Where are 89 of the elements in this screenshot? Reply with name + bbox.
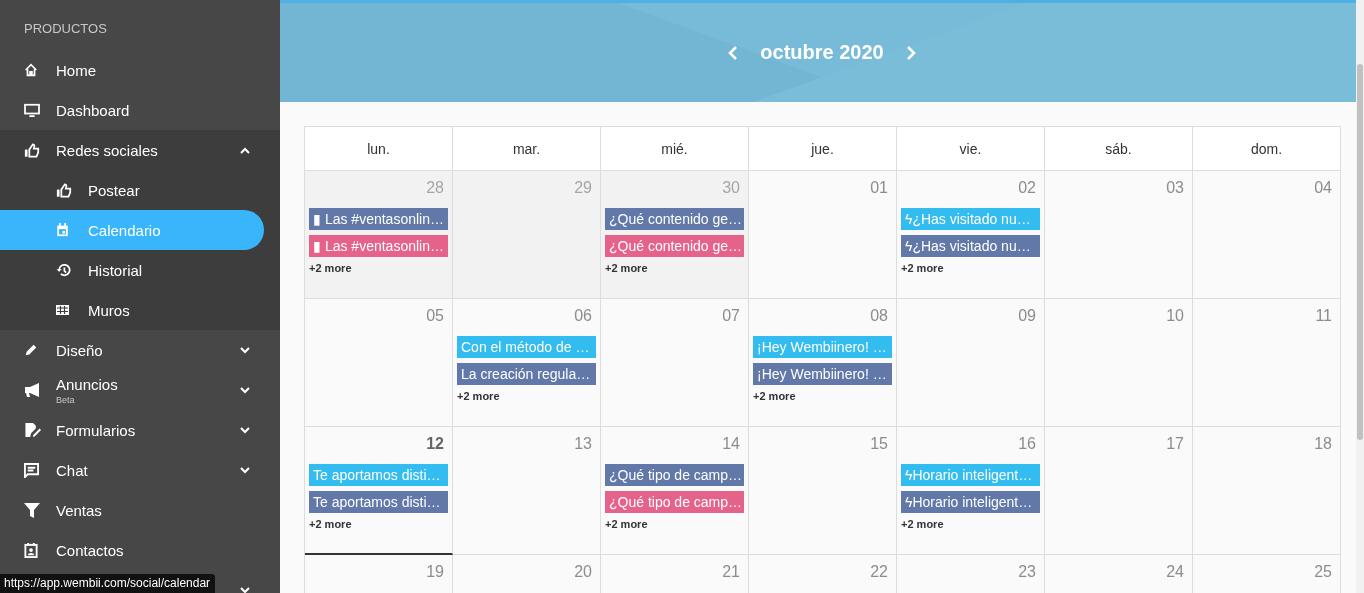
day-number: 13 — [574, 435, 593, 453]
chevron-right-icon — [905, 45, 916, 60]
day-number: 05 — [426, 307, 445, 325]
chevron-down-icon — [240, 346, 250, 354]
weekday-header: mié. — [601, 127, 749, 171]
contact-card-icon — [24, 542, 38, 558]
more-link[interactable]: +2 more — [605, 518, 648, 530]
sidebar-item[interactable]: Ventas — [0, 490, 280, 530]
chevron-left-icon — [728, 45, 739, 60]
sidebar-item[interactable]: Contactos — [0, 530, 280, 570]
sidebar-subitem[interactable]: Postear — [0, 170, 280, 210]
day-number: 18 — [1314, 435, 1333, 453]
day-number: 10 — [1166, 307, 1185, 325]
weekday-header: jue. — [749, 127, 897, 171]
day-number: 17 — [1166, 435, 1185, 453]
day-number: 15 — [870, 435, 889, 453]
weekday-header: vie. — [897, 127, 1045, 171]
sidebar-subitem[interactable]: Historial — [0, 250, 280, 290]
chat-icon — [24, 462, 39, 478]
day-number: 23 — [1018, 563, 1037, 581]
day-number: 04 — [1314, 179, 1333, 197]
more-link[interactable]: +2 more — [901, 518, 944, 530]
sidebar-group[interactable]: Anuncios Beta — [0, 370, 280, 410]
chevron-down-icon — [240, 466, 250, 474]
day-number: 08 — [870, 307, 889, 325]
more-link[interactable]: +2 more — [901, 262, 944, 274]
day-number: 20 — [574, 563, 593, 581]
thumbs-up-icon — [56, 182, 72, 198]
sidebar-item[interactable]: Home — [0, 50, 280, 90]
day-number: 28 — [426, 179, 445, 197]
day-number: 12 — [426, 435, 445, 453]
chevron-down-icon — [240, 426, 250, 434]
day-number: 14 — [722, 435, 741, 453]
day-number: 06 — [574, 307, 593, 325]
grid-icon — [56, 305, 69, 315]
day-number: 02 — [1018, 179, 1037, 197]
event-chip[interactable]: ϟHorario inteligent… — [901, 491, 1040, 513]
day-number: 19 — [426, 563, 445, 581]
sidebar-group[interactable]: Formularios — [0, 410, 280, 450]
more-link[interactable]: +2 more — [457, 390, 500, 402]
sidebar-group[interactable]: Chat — [0, 450, 280, 490]
weekday-header: sáb. — [1045, 127, 1193, 171]
event-chip[interactable]: ¿Qué contenido ge… — [605, 208, 744, 230]
more-link[interactable]: +2 more — [753, 390, 796, 402]
more-link[interactable]: +2 more — [309, 518, 352, 530]
home-icon — [24, 63, 38, 77]
sidebar-item[interactable]: Dashboard — [0, 90, 280, 130]
day-number: 30 — [722, 179, 741, 197]
pencil-icon — [24, 343, 38, 357]
day-number: 29 — [574, 179, 593, 197]
event-chip[interactable]: ▮ Las #ventasonlin… — [309, 208, 448, 230]
chevron-up-icon — [240, 146, 250, 154]
more-link[interactable]: +2 more — [309, 262, 352, 274]
event-chip[interactable]: ¿Qué tipo de camp… — [605, 464, 744, 486]
day-number: 07 — [722, 307, 741, 325]
day-number: 03 — [1166, 179, 1185, 197]
chevron-down-icon — [240, 386, 250, 394]
day-number: 11 — [1315, 307, 1333, 325]
weekday-header: dom. — [1193, 127, 1341, 171]
weekday-header: mar. — [453, 127, 601, 171]
event-chip[interactable]: La creación regula… — [457, 363, 596, 385]
event-chip[interactable]: ¡Hey Wembiinero! … — [753, 363, 892, 385]
day-number: 25 — [1314, 563, 1333, 581]
calendar-icon — [56, 223, 69, 237]
day-number: 22 — [870, 563, 889, 581]
beta-label: Beta — [56, 394, 75, 405]
chevron-down-icon — [240, 586, 250, 593]
weekday-header: lun. — [305, 127, 453, 171]
event-chip[interactable]: Te aportamos disti… — [309, 491, 448, 513]
status-url: https://app.wembii.com/social/calendar — [4, 576, 211, 590]
day-number: 16 — [1018, 435, 1037, 453]
form-icon — [24, 421, 42, 439]
day-number: 01 — [870, 179, 889, 197]
event-chip[interactable]: ϟ¿Has visitado nu… — [901, 235, 1040, 257]
day-number: 21 — [722, 563, 741, 581]
day-number: 24 — [1166, 563, 1185, 581]
sidebar-subitem[interactable]: Muros — [0, 290, 280, 330]
scrollbar[interactable] — [1356, 0, 1364, 593]
history-icon — [56, 263, 71, 277]
sidebar-group[interactable]: Diseño — [0, 330, 280, 370]
monitor-icon — [24, 103, 40, 117]
megaphone-icon — [24, 382, 42, 398]
month-title: octubre 2020 — [760, 41, 884, 64]
thumbs-up-icon — [24, 142, 40, 158]
sidebar-group[interactable]: Redes sociales — [0, 130, 280, 170]
more-link[interactable]: +2 more — [605, 262, 648, 274]
funnel-icon — [24, 502, 40, 518]
section-label: PRODUCTOS — [23, 20, 108, 38]
day-number: 09 — [1018, 307, 1037, 325]
